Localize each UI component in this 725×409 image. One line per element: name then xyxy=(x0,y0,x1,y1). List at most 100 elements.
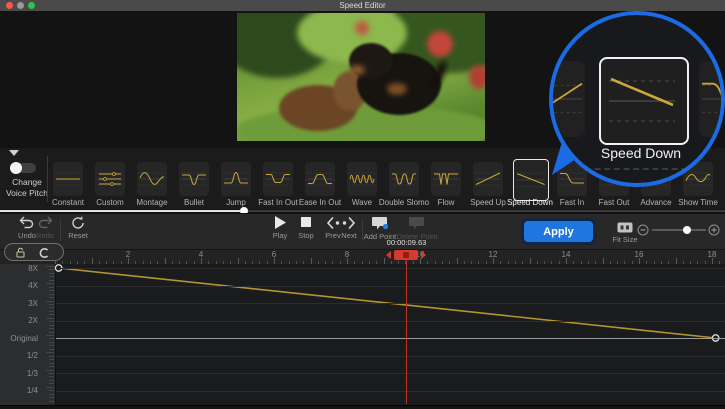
stop-button[interactable]: Stop xyxy=(299,215,313,230)
gutter-tick xyxy=(49,290,54,291)
ruler-tick xyxy=(259,261,260,264)
ruler-tick xyxy=(179,261,180,264)
gutter-tick xyxy=(49,342,54,343)
prev-point-button[interactable]: Prev xyxy=(325,216,341,230)
speed-scale-label: 2X xyxy=(0,316,38,325)
preset-label: Show Time xyxy=(678,198,718,207)
gutter-tick xyxy=(49,356,54,357)
collapse-panel-icon[interactable] xyxy=(9,150,19,156)
zoom-slider-handle[interactable] xyxy=(683,226,691,234)
marker-right-arrow-icon[interactable] xyxy=(421,251,426,259)
speed-editor-window: Speed Editor Change Voice Pitch Constant… xyxy=(0,0,725,409)
lock-icon[interactable] xyxy=(15,247,26,258)
undo-button[interactable]: Undo xyxy=(18,215,36,230)
ruler-tick xyxy=(595,261,596,264)
preset-double-slomo[interactable] xyxy=(389,162,419,196)
add-point-button[interactable]: Add Point xyxy=(371,215,389,231)
redo-icon xyxy=(36,215,54,230)
gutter-tick xyxy=(49,376,54,377)
next-point-button[interactable]: Next xyxy=(341,216,357,230)
ruler-tick xyxy=(624,261,625,264)
gutter-tick xyxy=(49,273,54,274)
speed-scale-label: 1/4 xyxy=(0,386,38,395)
preset-label: Custom xyxy=(96,198,124,207)
reset-button[interactable]: Reset xyxy=(70,215,86,230)
zoom-slider-track[interactable] xyxy=(652,229,706,231)
original-speed-line xyxy=(56,338,725,339)
marker-left-arrow-icon[interactable] xyxy=(386,251,391,259)
preset-ease-in-out[interactable] xyxy=(305,162,335,196)
ruler-tick xyxy=(493,258,494,264)
speed-scale-label: 8X xyxy=(0,264,38,273)
preset-jump[interactable] xyxy=(221,162,251,196)
preset-label: Ease In Out xyxy=(299,198,341,207)
preset-label: Wave xyxy=(352,198,372,207)
ruler-tick xyxy=(683,261,684,264)
magnified-speed-down-card xyxy=(599,57,689,145)
ruler-tick xyxy=(84,261,85,264)
loop-icon[interactable] xyxy=(38,247,50,259)
ruler-tick xyxy=(340,261,341,264)
ruler-tick xyxy=(347,258,348,264)
curve-mode-pill xyxy=(4,243,64,261)
ruler-tick xyxy=(143,261,144,264)
gridline xyxy=(56,373,725,374)
gutter-tick xyxy=(46,283,54,284)
bottom-strip xyxy=(0,405,725,409)
zoom-out-button[interactable] xyxy=(637,224,649,236)
ruler-tick xyxy=(194,261,195,264)
ruler-tick xyxy=(588,261,589,264)
ruler-tick xyxy=(325,261,326,264)
ruler-tick xyxy=(457,258,458,264)
ruler-tick xyxy=(281,261,282,264)
marker-box[interactable] xyxy=(394,250,418,260)
delete-point-icon xyxy=(408,215,426,231)
fit-size-button[interactable]: Fit Size xyxy=(617,222,633,233)
gutter-tick xyxy=(49,276,54,277)
ruler-tick xyxy=(70,261,71,264)
gutter-tick xyxy=(49,307,54,308)
ruler-tick xyxy=(427,261,428,264)
preset-montage[interactable] xyxy=(137,162,167,196)
gutter-tick xyxy=(46,318,54,319)
change-voice-pitch-toggle[interactable] xyxy=(12,163,36,173)
play-button[interactable]: Play xyxy=(273,215,287,230)
window-title: Speed Editor xyxy=(0,1,725,10)
gutter-tick xyxy=(49,380,54,381)
magnifier-label: Speed Down xyxy=(553,145,725,161)
ruler-tick xyxy=(471,261,472,264)
preset-wave[interactable] xyxy=(347,162,377,196)
gutter-tick xyxy=(49,349,54,350)
ruler-tick xyxy=(121,261,122,264)
zoom-in-button[interactable] xyxy=(708,224,720,236)
ruler-tick xyxy=(135,261,136,264)
gutter-tick xyxy=(49,383,54,384)
preset-custom[interactable] xyxy=(95,162,125,196)
preset-speed-down[interactable] xyxy=(513,159,549,201)
ruler-tick xyxy=(391,261,392,264)
preset-bullet[interactable] xyxy=(179,162,209,196)
preset-label: Jump xyxy=(226,198,246,207)
gutter-tick xyxy=(49,338,54,339)
ruler-tick xyxy=(668,261,669,264)
preset-label: Bullet xyxy=(184,198,204,207)
gutter-tick xyxy=(49,397,54,398)
speed-scale-label: Original xyxy=(0,334,38,343)
delete-point-button[interactable]: Delete Point xyxy=(408,215,426,231)
ruler-tick xyxy=(603,258,604,264)
zoom-in-icon xyxy=(708,224,720,236)
preset-flow[interactable] xyxy=(431,162,461,196)
ruler-tick xyxy=(697,261,698,264)
magnifier-callout: Speed Down xyxy=(549,11,725,187)
redo-button[interactable]: Redo xyxy=(36,215,54,230)
playhead-line[interactable] xyxy=(406,252,408,404)
ruler-tick xyxy=(573,261,574,264)
speed-scale-label: 1/3 xyxy=(0,369,38,378)
preset-fast-in-out[interactable] xyxy=(263,162,293,196)
preset-label: Montage xyxy=(136,198,167,207)
preset-constant[interactable] xyxy=(53,162,83,196)
ruler-tick xyxy=(486,261,487,264)
preset-speed-up[interactable] xyxy=(473,162,503,196)
apply-button[interactable]: Apply xyxy=(524,221,593,242)
ruler-tick xyxy=(318,261,319,264)
